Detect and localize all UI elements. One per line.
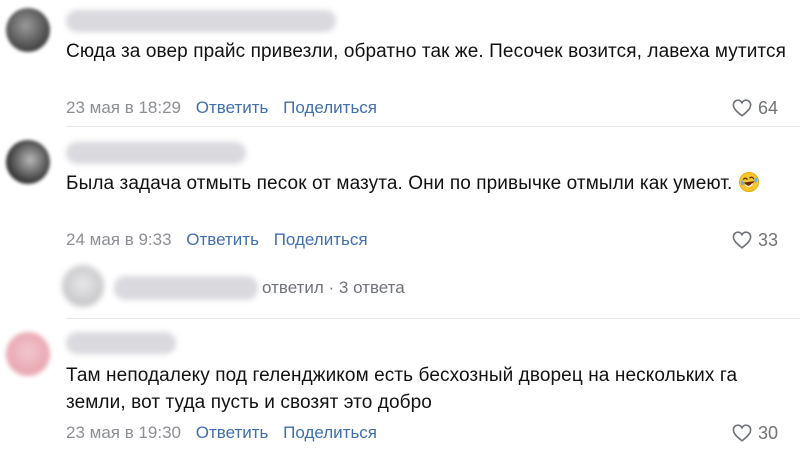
comment-text: Сюда за овер прайс привезли, обратно так…: [66, 41, 786, 62]
comment-2: Была задача отмыть песок от мазута. Они …: [0, 130, 800, 260]
rolling-on-floor-laughing-emoji: [738, 171, 760, 193]
share-button[interactable]: Поделиться: [274, 230, 368, 249]
comment-text: Там неподалеку под геленджиком есть бесх…: [66, 365, 738, 413]
heart-outline-icon: [732, 99, 752, 117]
like-button[interactable]: 30: [732, 423, 778, 443]
comment-text-content: Была задача отмыть песок от мазута. Они …: [66, 173, 733, 194]
comment-text: Была задача отмыть песок от мазута. Они …: [66, 170, 786, 197]
author-name-blurred[interactable]: [66, 10, 336, 32]
author-name-blurred[interactable]: [66, 142, 246, 164]
divider: [66, 126, 800, 127]
comment-date: 23 мая в 19:30: [66, 423, 181, 442]
heart-outline-icon: [732, 231, 752, 249]
reply-button[interactable]: Ответить: [196, 98, 269, 117]
heart-outline-icon: [732, 424, 752, 442]
comment-date: 23 мая в 18:29: [66, 98, 181, 117]
comment-3: Там неподалеку под геленджиком есть бесх…: [0, 322, 800, 464]
reply-avatar: [62, 265, 104, 307]
like-count: 30: [757, 423, 778, 443]
replies-thread-toggle[interactable]: ответил · 3 ответа: [0, 262, 800, 312]
avatar[interactable]: [6, 140, 50, 184]
replies-count-link[interactable]: ответил · 3 ответа: [262, 278, 405, 298]
reply-button[interactable]: Ответить: [186, 230, 259, 249]
share-button[interactable]: Поделиться: [283, 98, 377, 117]
comment-meta: 23 мая в 18:29 Ответить Поделиться: [66, 98, 377, 118]
comment-meta: 23 мая в 19:30 Ответить Поделиться: [66, 423, 377, 443]
like-count: 33: [757, 230, 778, 250]
comment-meta: 24 мая в 9:33 Ответить Поделиться: [66, 230, 368, 250]
share-button[interactable]: Поделиться: [283, 423, 377, 442]
like-count: 64: [757, 98, 778, 118]
like-button[interactable]: 64: [732, 98, 778, 118]
comment-1: Сюда за овер прайс привезли, обратно так…: [0, 0, 800, 130]
comment-date: 24 мая в 9:33: [66, 230, 172, 249]
reply-button[interactable]: Ответить: [196, 423, 269, 442]
avatar[interactable]: [6, 8, 50, 52]
reply-author-blurred: [114, 276, 258, 300]
divider: [66, 318, 800, 319]
like-button[interactable]: 33: [732, 230, 778, 250]
author-name-blurred[interactable]: [66, 332, 176, 354]
avatar[interactable]: [6, 332, 50, 376]
